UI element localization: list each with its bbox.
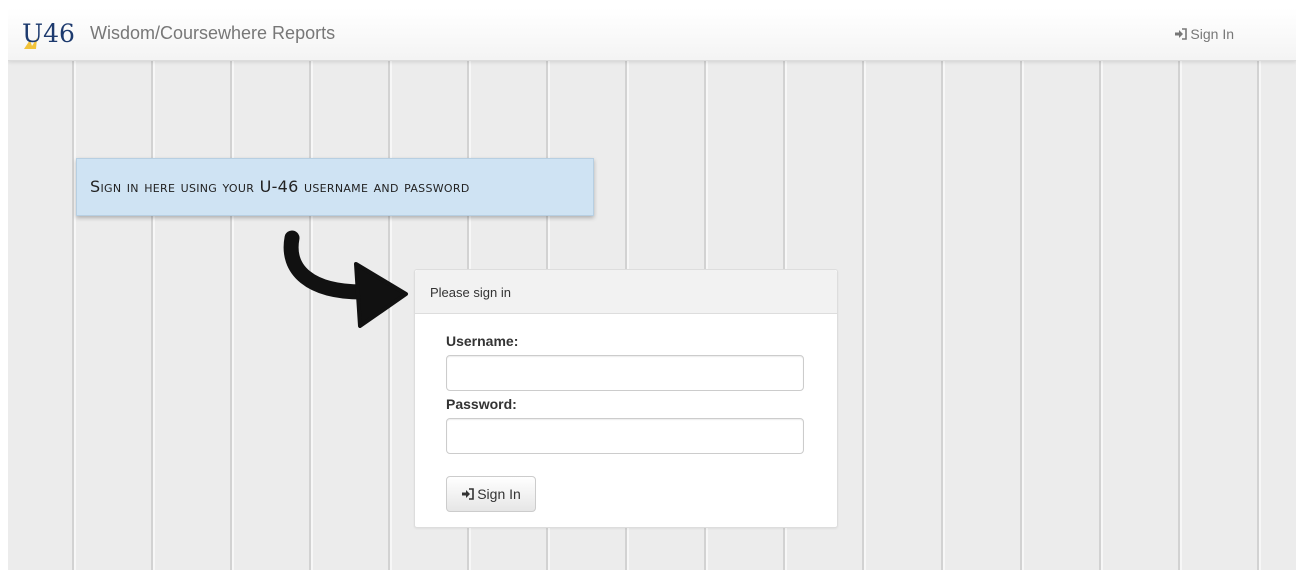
sign-in-button-label: Sign In <box>477 486 521 502</box>
navbar: U46 Wisdom/Coursewhere Reports Sign In <box>8 8 1296 61</box>
username-input[interactable] <box>446 355 804 391</box>
username-label: Username: <box>446 333 519 349</box>
panel-heading: Please sign in <box>415 270 837 314</box>
sign-in-button[interactable]: Sign In <box>446 476 536 512</box>
page-background: U46 Wisdom/Coursewhere Reports Sign In S… <box>8 8 1296 570</box>
brand-name[interactable]: Wisdom/Coursewhere Reports <box>90 23 335 44</box>
nav-sign-in-label: Sign In <box>1190 26 1234 42</box>
password-label: Password: <box>446 396 517 412</box>
sign-in-icon <box>1175 28 1188 40</box>
u46-logo[interactable]: U46 <box>20 16 75 56</box>
password-input[interactable] <box>446 418 804 454</box>
panel-title: Please sign in <box>430 285 511 300</box>
sign-in-icon <box>462 488 475 500</box>
callout-text: Sign in here using your U-46 username an… <box>90 177 470 196</box>
logo-text: U46 <box>22 19 74 48</box>
login-panel: Please sign in Username: Password: Sign … <box>414 269 838 528</box>
sign-in-instructions-callout: Sign in here using your U-46 username an… <box>76 158 594 216</box>
curved-arrow-icon <box>283 230 408 328</box>
nav-sign-in-link[interactable]: Sign In <box>1174 26 1234 42</box>
